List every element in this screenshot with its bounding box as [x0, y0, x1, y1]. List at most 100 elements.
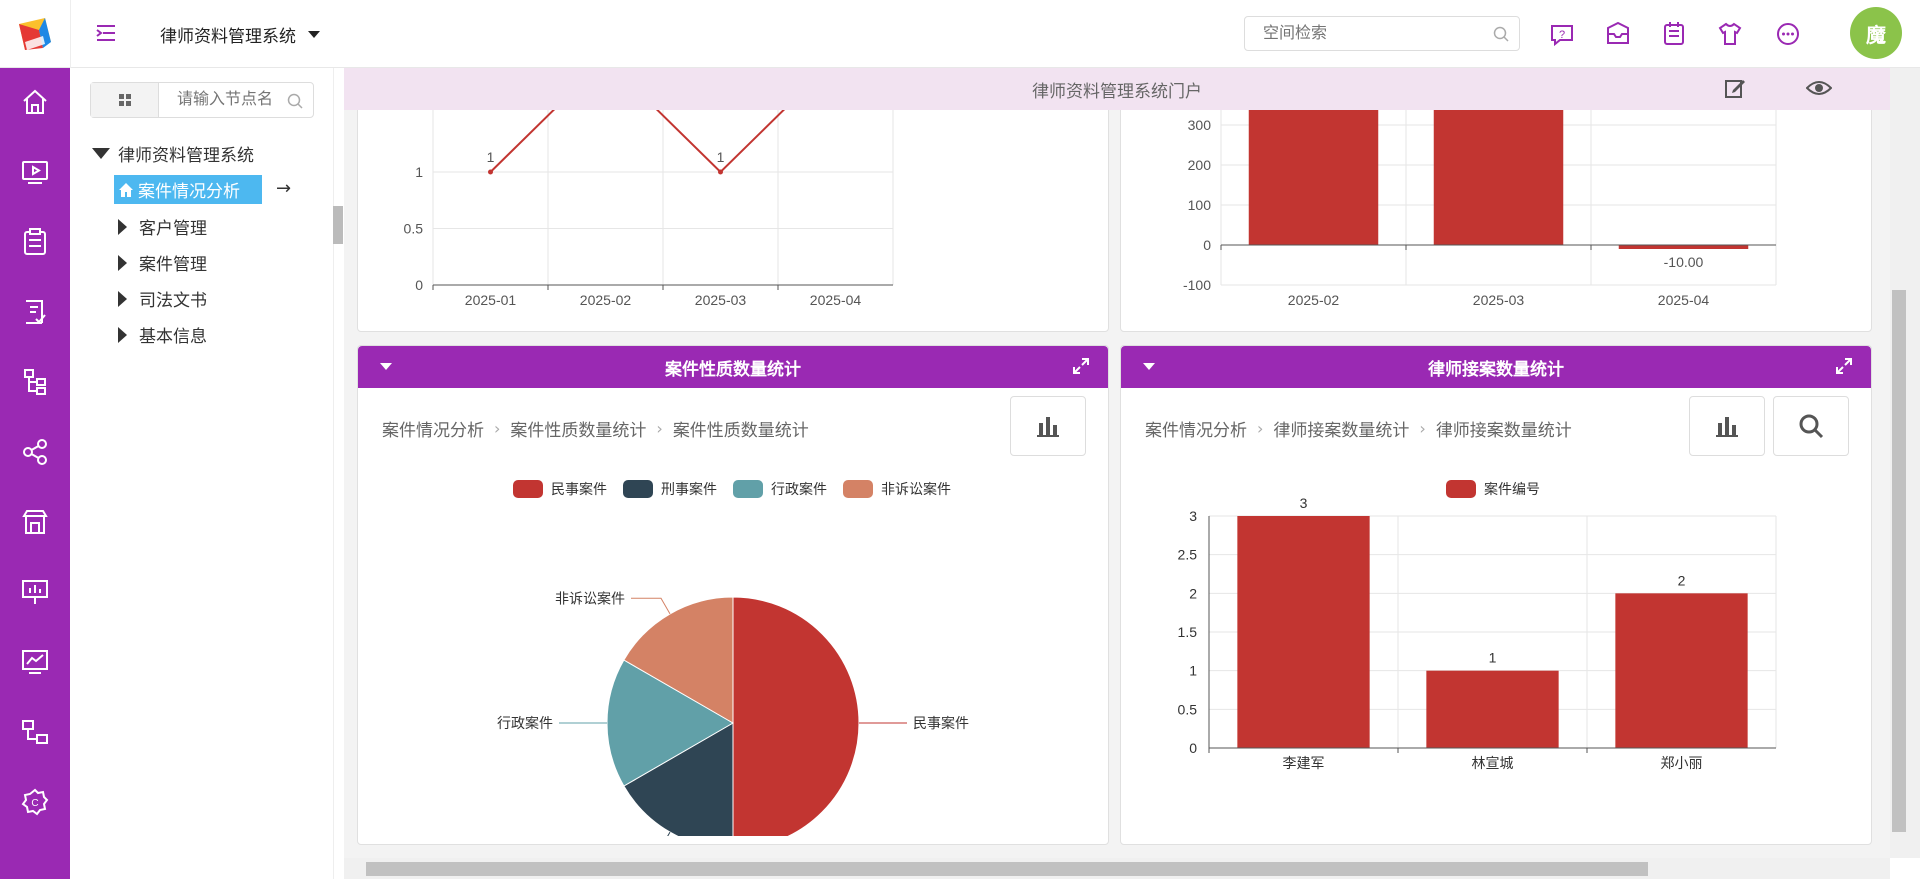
- search-icon[interactable]: [287, 93, 303, 109]
- y-tick-label: 200: [1188, 157, 1212, 173]
- vertical-scrollbar[interactable]: [1890, 68, 1920, 858]
- scrollbar-thumb[interactable]: [366, 862, 1648, 876]
- chart-search-button[interactable]: [1773, 396, 1849, 456]
- theme-shirt-icon[interactable]: [1716, 20, 1744, 48]
- tree-active-label: 案件情况分析: [138, 182, 240, 202]
- breadcrumb-item[interactable]: 案件性质数量统计: [510, 416, 646, 441]
- notes-icon[interactable]: [1660, 20, 1688, 48]
- search-input[interactable]: [1245, 17, 1475, 50]
- bar: [1237, 516, 1370, 748]
- expand-icon[interactable]: [1072, 357, 1090, 375]
- edit-icon[interactable]: [1724, 77, 1746, 99]
- chart-type-button[interactable]: [1010, 396, 1086, 456]
- tree-search: [90, 82, 314, 118]
- app-title-dropdown[interactable]: 律师资料管理系统: [160, 22, 320, 47]
- trend-chart-icon[interactable]: [20, 647, 50, 677]
- store-icon[interactable]: [20, 507, 50, 537]
- y-tick-label: -100: [1183, 277, 1211, 293]
- legend-swatch: [623, 480, 653, 498]
- y-tick-label: 2.5: [1178, 547, 1198, 563]
- scrollbar-thumb[interactable]: [1892, 290, 1906, 832]
- panel-splitter-handle[interactable]: [333, 206, 343, 244]
- video-screen-icon[interactable]: [20, 157, 50, 187]
- slice-label-line: [631, 597, 671, 615]
- help-icon[interactable]: ?: [1548, 20, 1576, 48]
- document-check-icon[interactable]: [20, 297, 50, 327]
- breadcrumb-item[interactable]: 案件性质数量统计: [673, 416, 809, 441]
- breadcrumb-item[interactable]: 律师接案数量统计: [1436, 416, 1572, 441]
- x-tick-label: 2025-03: [695, 292, 747, 308]
- legend-label: 行政案件: [771, 481, 827, 497]
- more-icon[interactable]: [1774, 20, 1802, 48]
- breadcrumb: 案件情况分析 › 案件性质数量统计 › 案件性质数量统计: [382, 416, 809, 441]
- data-label: 1: [717, 149, 725, 165]
- tree-node-cases[interactable]: 案件管理: [118, 250, 207, 275]
- chart-type-button[interactable]: [1689, 396, 1765, 456]
- tree-view-toggle[interactable]: [91, 83, 159, 117]
- presentation-icon[interactable]: [20, 577, 50, 607]
- x-tick-label: 2025-03: [1473, 292, 1525, 308]
- pie-slice: [732, 596, 860, 836]
- tree-search-input[interactable]: [159, 83, 279, 117]
- breadcrumb-item[interactable]: 案件情况分析: [1145, 416, 1247, 441]
- eye-icon[interactable]: [1806, 78, 1832, 98]
- tree-node-active[interactable]: 案件情况分析: [114, 175, 262, 204]
- flow-icon[interactable]: [20, 717, 50, 747]
- caret-down-icon[interactable]: [380, 363, 392, 370]
- tree-node-customers[interactable]: 客户管理: [118, 214, 207, 239]
- x-tick-label: 林宣城: [1472, 755, 1514, 771]
- bar: [1618, 245, 1749, 249]
- card-header: 律师接案数量统计: [1121, 346, 1871, 388]
- settings-gear-icon[interactable]: C: [20, 787, 50, 817]
- chevron-right-icon: ›: [1419, 419, 1426, 438]
- inbox-icon[interactable]: [1604, 20, 1632, 48]
- breadcrumb-item[interactable]: 律师接案数量统计: [1273, 416, 1409, 441]
- caret-down-icon[interactable]: [1143, 363, 1155, 370]
- space-search: [1244, 16, 1520, 51]
- tree-root-node[interactable]: 律师资料管理系统: [92, 141, 254, 166]
- y-tick-label: 0: [1189, 740, 1197, 756]
- home-icon: [119, 182, 133, 197]
- home-icon[interactable]: [20, 87, 50, 117]
- user-avatar[interactable]: 魔: [1850, 7, 1902, 59]
- breadcrumb-item[interactable]: 案件情况分析: [382, 416, 484, 441]
- slice-label: 民事案件: [913, 715, 969, 731]
- bar-chart-icon: [1716, 417, 1738, 437]
- legend-label: 案件编号: [1484, 481, 1540, 497]
- avatar-text: 魔: [1866, 22, 1886, 47]
- data-label: 2: [1678, 572, 1686, 588]
- data-label: -10.00: [1664, 254, 1704, 270]
- x-tick-label: 李建军: [1283, 755, 1325, 771]
- main-sidebar: C: [0, 68, 70, 879]
- legend-label: 刑事案件: [661, 481, 717, 497]
- expand-icon: [118, 326, 127, 343]
- data-point: [488, 169, 493, 175]
- tree-node-documents[interactable]: 司法文书: [118, 286, 207, 311]
- tree-node-basic-info[interactable]: 基本信息: [118, 322, 207, 347]
- y-tick-label: 300: [1188, 117, 1212, 133]
- card-lawyer-cases: 律师接案数量统计 案件情况分析 › 律师接案数量统计 › 律师接案数量统计 案件…: [1120, 345, 1872, 845]
- search-icon[interactable]: [1493, 26, 1509, 42]
- share-icon[interactable]: [20, 437, 50, 467]
- clipboard-icon[interactable]: [20, 227, 50, 257]
- breadcrumb: 案件情况分析 › 律师接案数量统计 › 律师接案数量统计: [1145, 416, 1572, 441]
- expand-icon[interactable]: [1835, 357, 1853, 375]
- tree-panel: 律师资料管理系统 案件情况分析 → 客户管理 案件管理 司法文书 基本信息: [70, 68, 334, 879]
- collapse-icon: [92, 148, 110, 159]
- tree-root-label: 律师资料管理系统: [118, 146, 254, 166]
- hierarchy-icon[interactable]: [20, 367, 50, 397]
- grid-icon: [118, 94, 131, 106]
- horizontal-scrollbar[interactable]: [344, 858, 1890, 879]
- card-header: 案件性质数量统计: [358, 346, 1108, 388]
- lawyer-cases-bar-chart: 案件编号 0 0.5 1 1.5 2 2.5 3 3 1 2 李建军 林宣城 郑小丽: [1178, 480, 1777, 771]
- legend-swatch: [1446, 480, 1476, 498]
- arrow-right-icon[interactable]: →: [276, 178, 291, 199]
- logo-divider: [70, 0, 71, 68]
- chevron-right-icon: ›: [494, 419, 501, 438]
- menu-toggle-icon[interactable]: [94, 20, 120, 46]
- tree-node-label: 客户管理: [139, 219, 207, 239]
- bar: [1426, 670, 1559, 748]
- card-title: 律师接案数量统计: [1428, 359, 1564, 380]
- svg-text:?: ?: [1559, 29, 1565, 41]
- y-tick-label: 0: [415, 277, 423, 293]
